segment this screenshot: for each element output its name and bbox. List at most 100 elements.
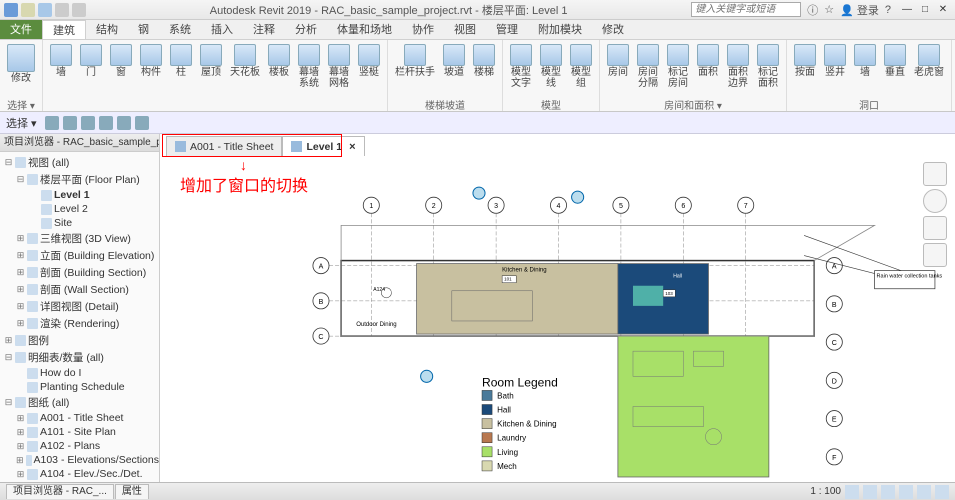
tree-node[interactable]: ⊞A104 - Elev./Sec./Det. [0, 467, 159, 481]
view-control-icon[interactable] [917, 485, 931, 499]
tree-node[interactable]: How do I [0, 366, 159, 380]
ribbon-button[interactable]: 墙 [851, 42, 879, 80]
infocenter-icon[interactable]: ⓘ [807, 2, 818, 18]
ribbon-tab-6[interactable]: 注释 [243, 20, 285, 39]
tree-node[interactable]: ⊟视图 (all) [0, 154, 159, 171]
ribbon-button[interactable]: 墙 [47, 42, 75, 80]
tree-node[interactable]: ⊞剖面 (Wall Section) [0, 281, 159, 298]
tree-node[interactable]: ⊞A102 - Plans [0, 439, 159, 453]
tree-node[interactable]: ⊞A101 - Site Plan [0, 425, 159, 439]
tree-twisty-icon[interactable]: ⊞ [16, 267, 25, 278]
opt-icon[interactable] [81, 116, 95, 130]
ribbon-button[interactable]: 面积 [694, 42, 722, 80]
document-tab[interactable]: A001 - Title Sheet [166, 136, 282, 156]
tree-node[interactable]: ⊞A103 - Elevations/Sections [0, 453, 159, 467]
drawing-viewport[interactable]: 1234567 ABC ABCDEF Rain water collection… [170, 174, 945, 478]
ribbon-tab-12[interactable]: 附加模块 [528, 20, 592, 39]
ribbon-button[interactable]: 栏杆扶手 [392, 42, 438, 80]
ribbon-button[interactable]: 房间 [604, 42, 632, 80]
ribbon-tab-1[interactable]: 建筑 [42, 20, 86, 39]
tree-twisty-icon[interactable]: ⊞ [16, 427, 25, 438]
close-button[interactable]: ✕ [935, 3, 951, 17]
selection-dropdown[interactable]: 选择 ▾ [6, 115, 37, 131]
tree-twisty-icon[interactable]: ⊞ [16, 441, 25, 452]
view-control-icon[interactable] [899, 485, 913, 499]
ribbon-tab-3[interactable]: 钢 [128, 20, 159, 39]
ribbon-button[interactable]: 幕墙系统 [295, 42, 323, 91]
ribbon-tab-4[interactable]: 系统 [159, 20, 201, 39]
ribbon-tab-7[interactable]: 分析 [285, 20, 327, 39]
login-button[interactable]: 👤 登录 [840, 2, 879, 18]
tree-node[interactable]: ⊞剖面 (Building Section) [0, 264, 159, 281]
ribbon-button[interactable]: 坡道 [440, 42, 468, 80]
maximize-button[interactable]: □ [917, 3, 933, 17]
ribbon-button[interactable]: 面积边界 [724, 42, 752, 91]
ribbon-button[interactable]: 门 [77, 42, 105, 80]
tree-node[interactable]: ⊞立面 (Building Elevation) [0, 247, 159, 264]
tree-twisty-icon[interactable]: ⊞ [16, 469, 25, 480]
opt-icon[interactable] [117, 116, 131, 130]
tree-twisty-icon[interactable]: ⊞ [16, 413, 25, 424]
minimize-button[interactable]: — [899, 3, 915, 17]
tree-node[interactable]: Site [0, 216, 159, 230]
ribbon-tab-5[interactable]: 插入 [201, 20, 243, 39]
tree-node[interactable]: ⊞A001 - Title Sheet [0, 411, 159, 425]
tree-node[interactable]: ⊞图例 [0, 332, 159, 349]
opt-icon[interactable] [99, 116, 113, 130]
ribbon-button[interactable]: 模型文字 [507, 42, 535, 91]
ribbon-tab-8[interactable]: 体量和场地 [327, 20, 402, 39]
tree-twisty-icon[interactable]: ⊞ [16, 455, 24, 466]
help-icon[interactable]: ? [885, 4, 891, 16]
document-tab[interactable]: Level 1× [282, 136, 364, 156]
ribbon-button[interactable]: 天花板 [227, 42, 263, 80]
ribbon-tab-0[interactable]: 文件 [0, 20, 42, 39]
zoom-value[interactable]: 1 : 100 [810, 486, 841, 497]
tree-node[interactable]: ⊞A105 - Elev./ Stair Sections [0, 481, 159, 482]
ribbon-button[interactable]: 楼梯 [470, 42, 498, 80]
ribbon-tab-2[interactable]: 结构 [86, 20, 128, 39]
help-search-input[interactable] [691, 2, 801, 17]
tree-node[interactable]: Level 2 [0, 202, 159, 216]
tree-node[interactable]: ⊞三维视图 (3D View) [0, 230, 159, 247]
tree-node[interactable]: ⊞渲染 (Rendering) [0, 315, 159, 332]
ribbon-tab-11[interactable]: 管理 [486, 20, 528, 39]
tree-twisty-icon[interactable]: ⊞ [4, 335, 13, 346]
tree-twisty-icon[interactable]: ⊞ [16, 284, 25, 295]
ribbon-button[interactable]: 屋顶 [197, 42, 225, 80]
tree-twisty-icon[interactable]: ⊞ [16, 301, 25, 312]
tree-node[interactable]: Planting Schedule [0, 380, 159, 394]
ribbon-button[interactable]: 模型组 [567, 42, 595, 91]
ribbon-button[interactable]: 竖梃 [355, 42, 383, 80]
view-control-icon[interactable] [935, 485, 949, 499]
status-tab[interactable]: 属性 [115, 484, 149, 499]
ribbon-button[interactable]: 模型线 [537, 42, 565, 91]
ribbon-tab-10[interactable]: 视图 [444, 20, 486, 39]
tree-node[interactable]: Level 1 [0, 188, 159, 202]
tree-node[interactable]: ⊟图纸 (all) [0, 394, 159, 411]
tree-twisty-icon[interactable]: ⊟ [4, 352, 13, 363]
qat-save-icon[interactable] [38, 3, 52, 17]
ribbon-button[interactable]: 窗 [107, 42, 135, 80]
view-control-icon[interactable] [881, 485, 895, 499]
tree-node[interactable]: ⊞详图视图 (Detail) [0, 298, 159, 315]
ribbon-tab-9[interactable]: 协作 [402, 20, 444, 39]
tree-twisty-icon[interactable]: ⊞ [16, 318, 25, 329]
ribbon-button[interactable]: 按面 [791, 42, 819, 80]
tree-twisty-icon[interactable]: ⊞ [16, 250, 25, 261]
ribbon-button[interactable]: 修改 [4, 42, 38, 86]
opt-icon[interactable] [45, 116, 59, 130]
tree-twisty-icon[interactable]: ⊟ [16, 174, 25, 185]
ribbon-button[interactable]: 老虎窗 [911, 42, 947, 80]
view-control-icon[interactable] [845, 485, 859, 499]
ribbon-button[interactable]: 柱 [167, 42, 195, 80]
favorites-icon[interactable]: ☆ [824, 3, 834, 16]
tree-twisty-icon[interactable]: ⊞ [16, 233, 25, 244]
ribbon-button[interactable]: 楼板 [265, 42, 293, 80]
tree-node[interactable]: ⊟明细表/数量 (all) [0, 349, 159, 366]
doc-tab-close-icon[interactable]: × [349, 137, 355, 157]
ribbon-button[interactable]: 垂直 [881, 42, 909, 80]
ribbon-button[interactable]: 房间分隔 [634, 42, 662, 91]
tree-twisty-icon[interactable]: ⊟ [4, 157, 13, 168]
ribbon-button[interactable]: 标记房间 [664, 42, 692, 91]
app-icon[interactable] [4, 3, 18, 17]
